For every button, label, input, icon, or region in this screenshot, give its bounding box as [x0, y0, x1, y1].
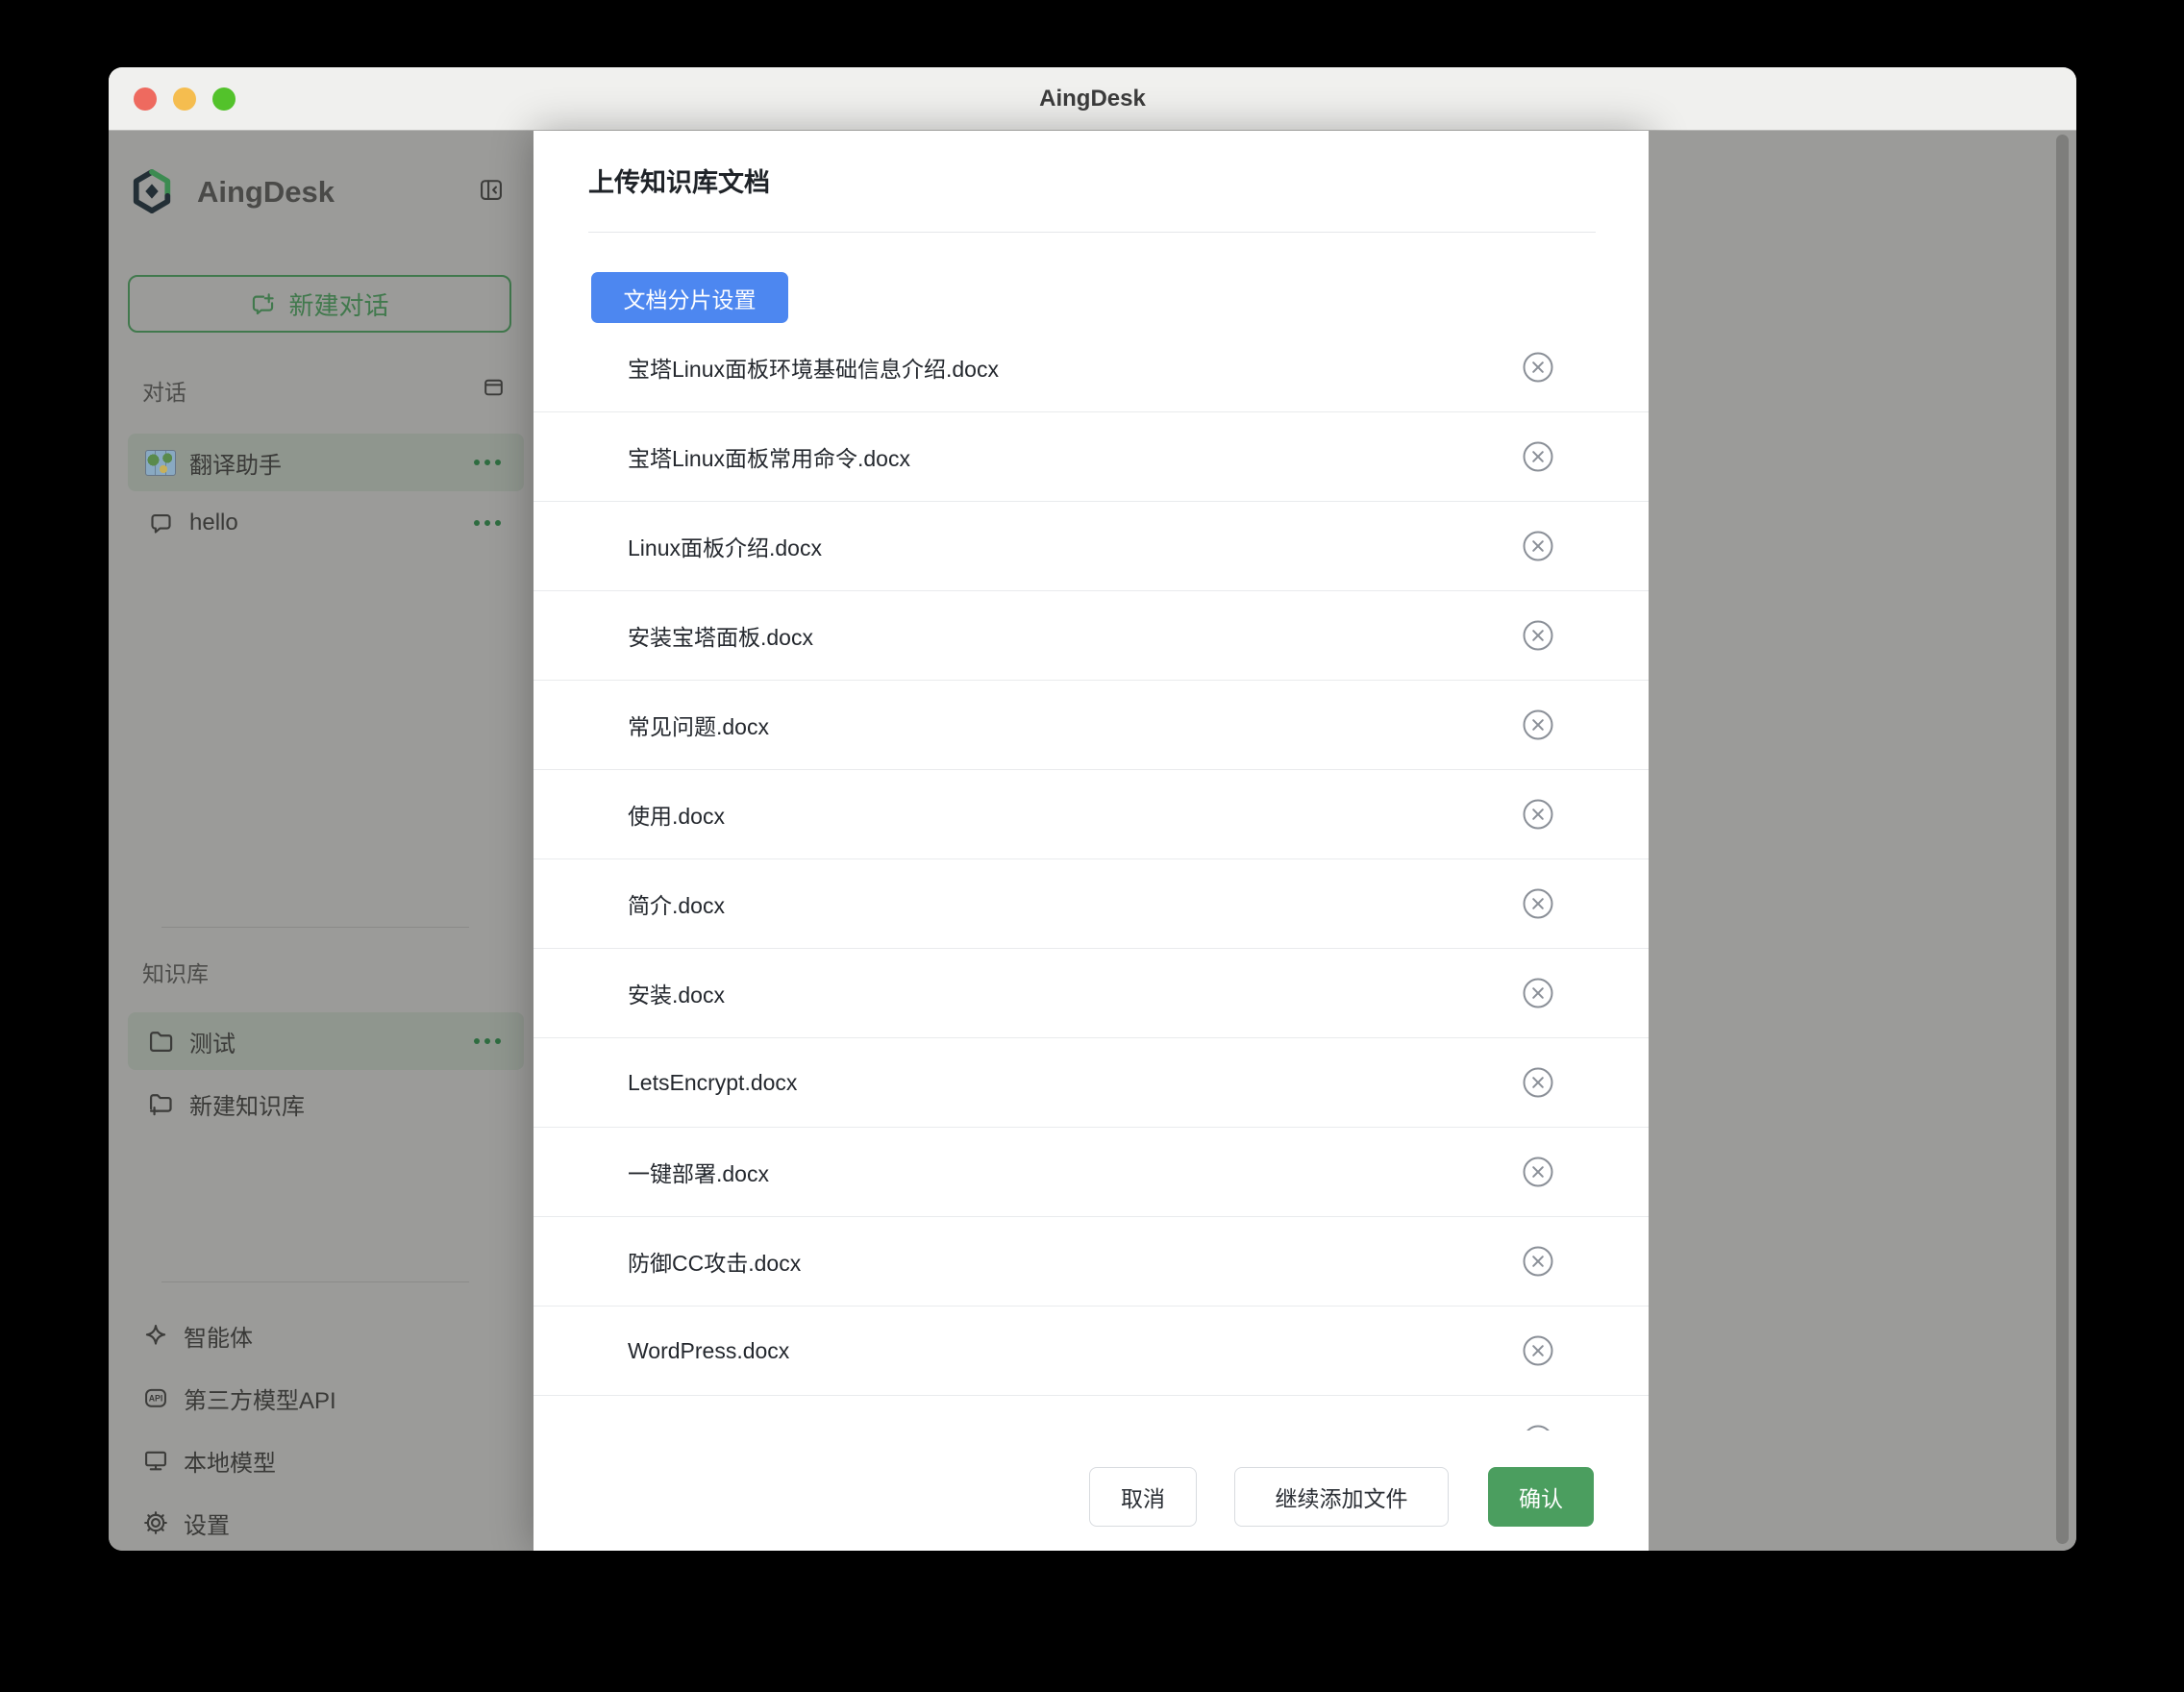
file-name: 宝塔Linux面板环境基础信息介绍.docx [628, 351, 999, 384]
chat-item-label: hello [189, 510, 474, 536]
remove-file-button[interactable] [1522, 887, 1554, 920]
aingdesk-logo-icon [130, 169, 174, 218]
file-row: 安装宝塔面板.docx [534, 591, 1649, 681]
minimize-window-button[interactable] [173, 87, 196, 111]
chat-item-hello[interactable]: hello [128, 494, 524, 552]
file-name: 使用.docx [628, 798, 725, 831]
file-row: 宝塔Linux面板常用命令.docx [534, 412, 1649, 502]
new-kb-button[interactable]: 新建知识库 [128, 1075, 524, 1132]
file-row: Linux面板介绍.docx [534, 502, 1649, 591]
kb-item-more-button[interactable] [474, 1038, 501, 1044]
remove-file-button[interactable] [1522, 440, 1554, 473]
file-row [534, 1396, 1649, 1431]
api-badge-icon: API [140, 1384, 171, 1411]
cancel-button[interactable]: 取消 [1089, 1467, 1197, 1527]
file-name: 简介.docx [628, 887, 725, 920]
file-row: 宝塔Linux面板环境基础信息介绍.docx [534, 323, 1649, 412]
monitor-icon [140, 1447, 171, 1474]
remove-file-button[interactable] [1522, 709, 1554, 741]
zoom-window-button[interactable] [212, 87, 236, 111]
svg-text:API: API [149, 1394, 163, 1404]
new-kb-label: 新建知识库 [189, 1087, 524, 1121]
chat-bubble-icon [145, 510, 176, 536]
sidebar: AingDesk 新建对话 对话 [109, 131, 534, 1551]
folder-icon [145, 1028, 176, 1055]
dimmed-background [1649, 131, 2076, 1551]
file-name: LetsEncrypt.docx [628, 1070, 797, 1096]
file-row: 简介.docx [534, 859, 1649, 949]
remove-file-button[interactable] [1522, 1066, 1554, 1099]
file-row: LetsEncrypt.docx [534, 1038, 1649, 1128]
scrollbar-thumb[interactable] [2056, 135, 2069, 1544]
sidebar-item-label: 第三方模型API [184, 1381, 336, 1415]
file-row: 常见问题.docx [534, 681, 1649, 770]
file-name: 常见问题.docx [628, 709, 769, 741]
kb-section-label: 知识库 [142, 956, 209, 988]
sidebar-item-thirdparty-api[interactable]: API 第三方模型API [128, 1371, 514, 1425]
add-more-files-button[interactable]: 继续添加文件 [1234, 1467, 1449, 1527]
file-name: 一键部署.docx [628, 1156, 769, 1188]
gear-icon [140, 1509, 171, 1536]
chat-item-more-button[interactable] [474, 460, 501, 465]
app-window: AingDesk AingDesk [109, 67, 2076, 1551]
folder-plus-icon [145, 1090, 176, 1117]
file-row: 安装.docx [534, 949, 1649, 1038]
sidebar-item-settings[interactable]: 设置 [128, 1496, 514, 1550]
new-chat-button[interactable]: 新建对话 [128, 275, 511, 333]
chunk-settings-button[interactable]: 文档分片设置 [591, 272, 788, 323]
sparkle-icon [140, 1322, 171, 1349]
file-name: Linux面板介绍.docx [628, 530, 822, 562]
remove-file-button[interactable] [1522, 1424, 1554, 1431]
modal-title: 上传知识库文档 [588, 162, 770, 199]
file-row: 使用.docx [534, 770, 1649, 859]
kb-item-label: 测试 [189, 1025, 474, 1058]
titlebar: AingDesk [109, 67, 2076, 131]
confirm-button[interactable]: 确认 [1488, 1467, 1594, 1527]
remove-file-button[interactable] [1522, 619, 1554, 652]
modal-header-divider [588, 232, 1596, 233]
remove-file-button[interactable] [1522, 530, 1554, 562]
remove-file-button[interactable] [1522, 798, 1554, 831]
file-name: 安装.docx [628, 977, 725, 1009]
kb-item-test[interactable]: 测试 [128, 1012, 524, 1070]
sidebar-divider [161, 1281, 469, 1282]
file-row: 一键部署.docx [534, 1128, 1649, 1217]
sidebar-item-label: 设置 [184, 1506, 230, 1540]
remove-file-button[interactable] [1522, 1156, 1554, 1188]
window-title: AingDesk [1039, 86, 1146, 112]
upload-kb-docs-modal: 上传知识库文档 文档分片设置 宝塔Linux面板环境基础信息介绍.docx 宝塔… [534, 131, 1649, 1551]
file-row: 防御CC攻击.docx [534, 1217, 1649, 1306]
sidebar-item-label: 本地模型 [184, 1444, 276, 1478]
sidebar-item-label: 智能体 [184, 1319, 253, 1353]
remove-file-button[interactable] [1522, 1245, 1554, 1278]
world-map-icon [145, 450, 176, 476]
file-list: 宝塔Linux面板环境基础信息介绍.docx 宝塔Linux面板常用命令.doc… [534, 323, 1649, 1431]
file-name: 安装宝塔面板.docx [628, 619, 813, 652]
collapse-sidebar-button[interactable] [478, 176, 505, 203]
chat-item-translate-assistant[interactable]: 翻译助手 [128, 434, 524, 491]
close-window-button[interactable] [134, 87, 157, 111]
chat-item-more-button[interactable] [474, 520, 501, 526]
file-name: 防御CC攻击.docx [628, 1245, 801, 1278]
traffic-lights [134, 87, 236, 111]
new-chat-icon [250, 291, 276, 317]
app-name: AingDesk [197, 175, 335, 210]
remove-file-button[interactable] [1522, 351, 1554, 384]
sidebar-item-local-models[interactable]: 本地模型 [128, 1433, 514, 1487]
chat-window-icon[interactable] [482, 375, 506, 399]
window-content: AingDesk 新建对话 对话 [109, 131, 2076, 1551]
remove-file-button[interactable] [1522, 1334, 1554, 1367]
new-chat-label: 新建对话 [288, 286, 388, 322]
chat-item-label: 翻译助手 [189, 446, 474, 480]
chat-section-label: 对话 [142, 374, 186, 407]
sidebar-item-agents[interactable]: 智能体 [128, 1308, 514, 1362]
sidebar-divider [161, 927, 469, 928]
remove-file-button[interactable] [1522, 977, 1554, 1009]
file-row: WordPress.docx [534, 1306, 1649, 1396]
file-name: WordPress.docx [628, 1338, 789, 1364]
file-name: 宝塔Linux面板常用命令.docx [628, 440, 910, 473]
